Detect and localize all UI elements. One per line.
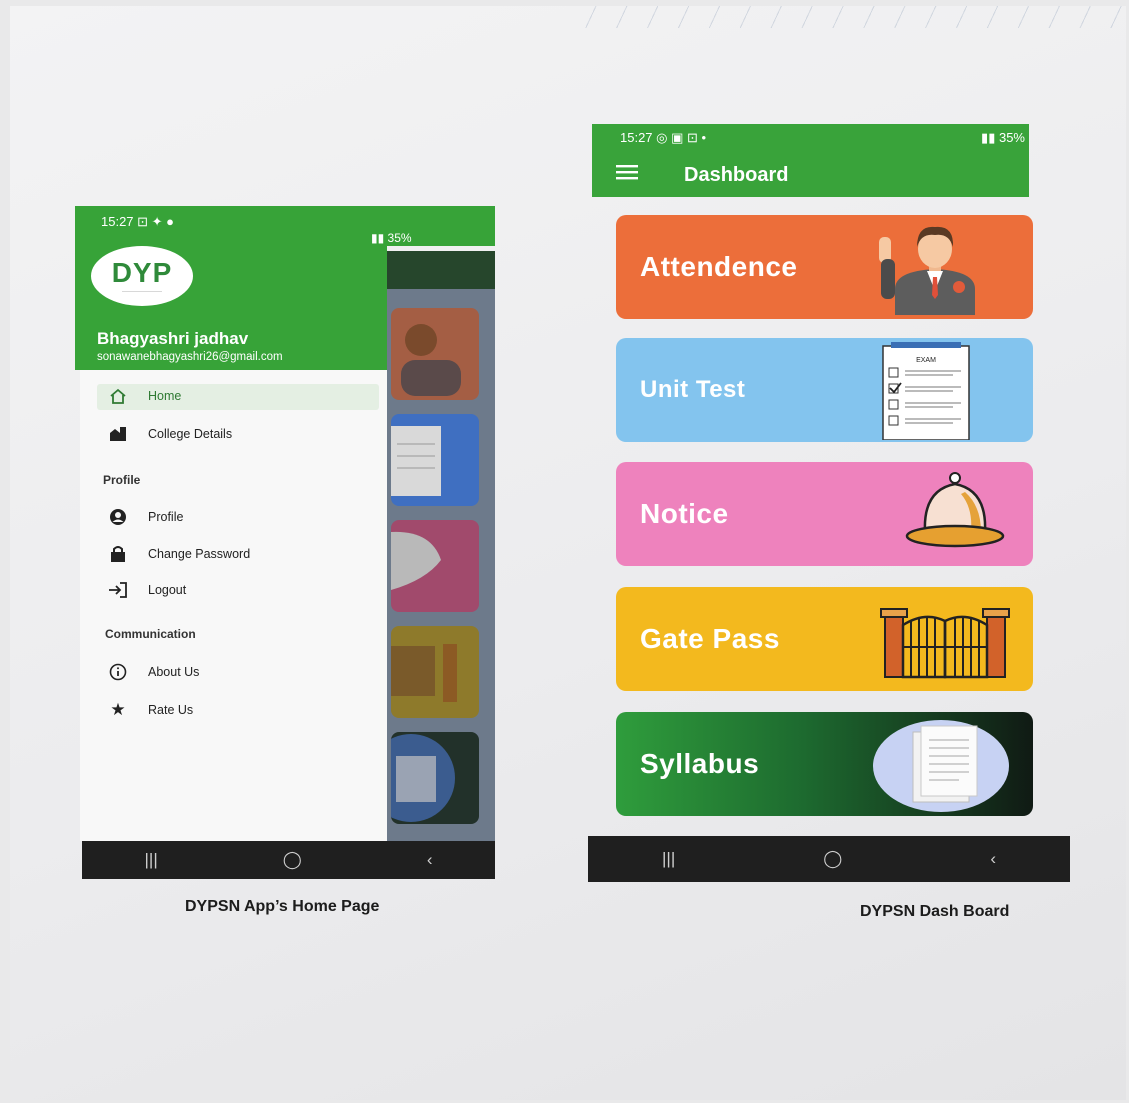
- dimmed-app-bar: [387, 251, 495, 289]
- tile-gate-pass[interactable]: Gate Pass: [616, 587, 1033, 691]
- menu-item-about-us[interactable]: About Us: [107, 663, 199, 681]
- section-communication: Communication: [105, 627, 196, 641]
- dimmed-tile-attendence: [391, 308, 479, 400]
- menu-item-college-details[interactable]: College Details: [107, 426, 232, 442]
- account-circle-icon: [107, 508, 129, 526]
- menu-item-change-password[interactable]: Change Password: [107, 545, 250, 563]
- menu-item-rate-us[interactable]: ★ Rate Us: [107, 700, 193, 720]
- menu-label-home: Home: [148, 389, 182, 403]
- menu-label-profile: Profile: [148, 510, 184, 524]
- tile-attendence[interactable]: Attendence: [616, 215, 1033, 319]
- tile-label-notice: Notice: [640, 498, 729, 529]
- info-icon: [107, 663, 129, 681]
- bell-icon: [905, 472, 1005, 548]
- battery-percent: 35%: [998, 130, 1025, 145]
- back-icon[interactable]: ‹: [990, 849, 996, 869]
- menu-item-logout[interactable]: Logout: [107, 582, 186, 598]
- user-name: Bhagyashri jadhav: [97, 329, 249, 348]
- dashboard-screenshot: 15:27 ◎ ▣ ⊡ • ▮▮ 35% Dashboard Attendenc…: [588, 124, 1083, 884]
- battery-percent: 35%: [387, 231, 412, 245]
- page-title: Dashboard: [684, 164, 789, 186]
- tile-label-syllabus: Syllabus: [640, 748, 760, 779]
- tile-unit-test[interactable]: Unit Test EXAM: [616, 338, 1033, 442]
- dimmed-tile-gate-pass: [391, 626, 479, 718]
- logout-icon: [107, 582, 129, 598]
- dyp-logo: DYP ————————: [91, 246, 193, 306]
- status-bar-row: 15:27 ⊡ ✦ ●: [101, 214, 479, 230]
- status-bar-row: 15:27 ◎ ▣ ⊡ • ▮▮ 35%: [620, 130, 1025, 146]
- recent-apps-icon[interactable]: |||: [662, 849, 675, 869]
- logo-text: DYP: [111, 257, 173, 288]
- menu-item-profile[interactable]: Profile: [107, 508, 183, 526]
- exam-label: EXAM: [916, 357, 936, 364]
- home-page-screenshot: 15:27 ⊡ ✦ ● DYP ———————— Bhagyashri jadh…: [75, 206, 495, 880]
- dimmed-tile-unit-test: [391, 414, 479, 506]
- dashboard-caption: DYPSN Dash Board: [860, 903, 1010, 920]
- dimmed-tile-syllabus: [391, 732, 479, 824]
- home-nav-icon[interactable]: ◯: [283, 850, 302, 870]
- lock-icon: [107, 545, 129, 563]
- tile-notice[interactable]: Notice: [616, 462, 1033, 566]
- menu-label-rate-us: Rate Us: [148, 703, 194, 717]
- gate-icon: [880, 608, 1010, 679]
- home-icon: [107, 388, 129, 404]
- signal-icon: ▮▮: [981, 130, 999, 145]
- back-icon[interactable]: ‹: [427, 850, 433, 870]
- tile-label-attendence: Attendence: [640, 251, 798, 282]
- status-icons: ◎ ▣ ⊡ •: [656, 130, 707, 145]
- status-battery: ▮▮ 35%: [371, 231, 412, 245]
- user-email: sonawanebhagyashri26@gmail.com: [97, 351, 283, 363]
- drawer-header: 15:27 ⊡ ✦ ● DYP ———————— Bhagyashri jadh…: [75, 206, 387, 370]
- android-nav-bar: ||| ◯ ‹: [82, 841, 495, 879]
- star-icon: ★: [110, 700, 126, 719]
- menu-label-about-us: About Us: [148, 665, 200, 679]
- app-bar: 15:27 ◎ ▣ ⊡ • ▮▮ 35% Dashboard: [592, 124, 1029, 197]
- menu-label-change-password: Change Password: [148, 547, 251, 561]
- home-page-caption: DYPSN App’s Home Page: [185, 898, 380, 915]
- android-nav-bar: ||| ◯ ‹: [588, 836, 1070, 882]
- dimmed-tile-notice: [391, 520, 479, 612]
- section-profile: Profile: [103, 473, 141, 487]
- recent-apps-icon[interactable]: |||: [145, 850, 158, 870]
- student-waving-icon: [879, 226, 975, 315]
- hamburger-menu-icon[interactable]: [616, 164, 638, 185]
- logo-subtext: ————————: [122, 289, 162, 295]
- status-time: 15:27: [101, 214, 134, 229]
- college-icon: [107, 426, 129, 442]
- signal-icon: ▮▮: [371, 231, 388, 245]
- home-nav-icon[interactable]: ◯: [823, 849, 842, 869]
- menu-label-logout: Logout: [148, 583, 187, 597]
- paper-pattern: [580, 6, 1129, 28]
- tile-syllabus[interactable]: Syllabus: [616, 712, 1033, 816]
- tile-label-gate-pass: Gate Pass: [640, 623, 780, 654]
- menu-item-home[interactable]: Home: [107, 388, 181, 404]
- status-icons: ⊡ ✦ ●: [137, 214, 175, 229]
- exam-clipboard-icon: EXAM: [882, 342, 970, 440]
- menu-label-college-details: College Details: [148, 427, 233, 441]
- status-time: 15:27: [620, 130, 653, 145]
- document-icon: [873, 720, 1009, 812]
- tile-label-unit-test: Unit Test: [640, 376, 746, 403]
